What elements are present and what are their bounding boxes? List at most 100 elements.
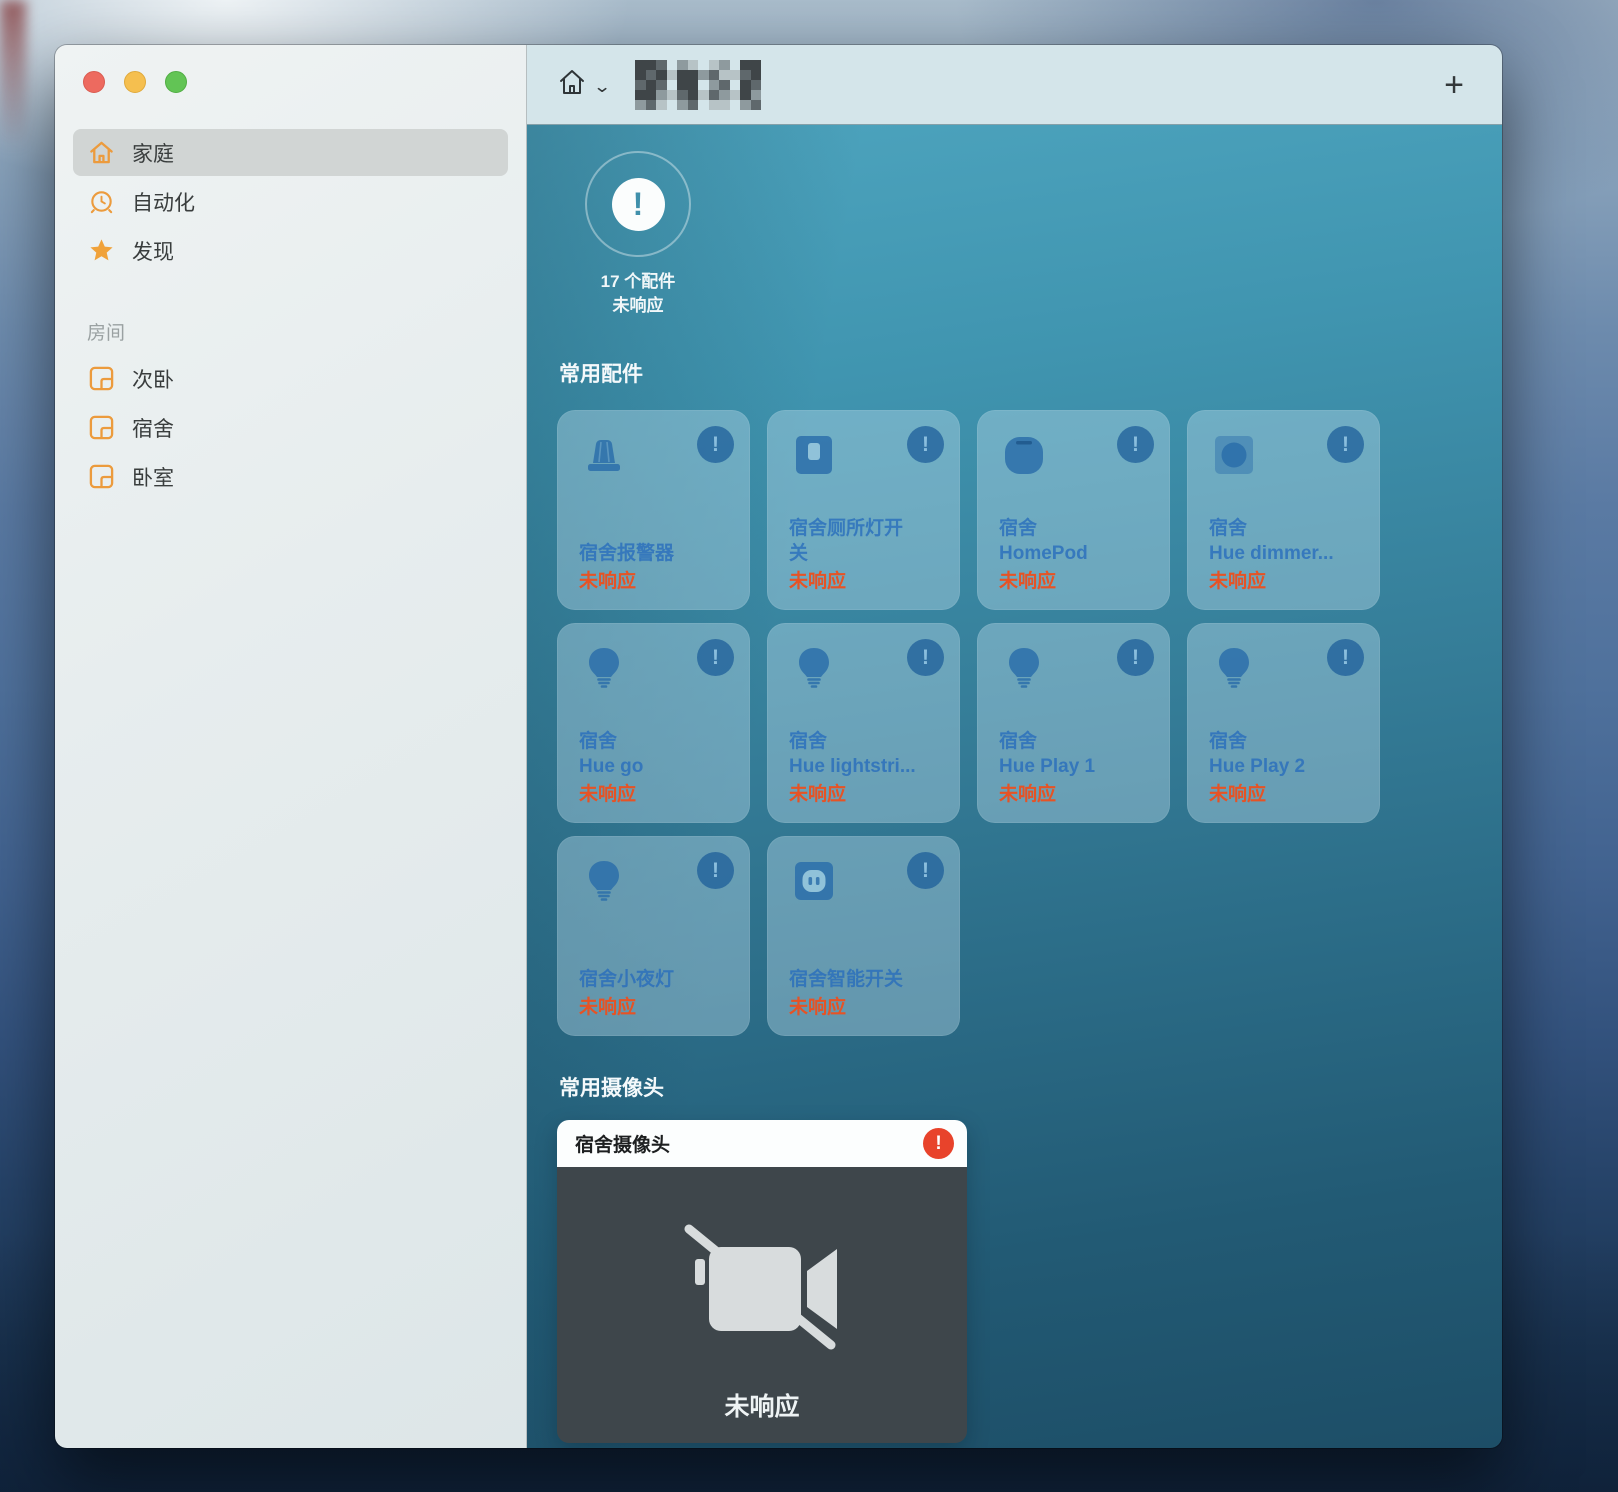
sidebar-item-label: 卧室 bbox=[132, 466, 174, 490]
accessory-status: 未响应 bbox=[579, 997, 637, 1018]
accessory-name-line: 宿舍报警器 bbox=[579, 543, 675, 564]
accessory-status: 未响应 bbox=[1209, 784, 1267, 805]
sidebar-rooms: 次卧 宿舍 卧室 bbox=[55, 355, 526, 500]
alert-badge-icon: ! bbox=[907, 426, 944, 463]
sidebar-item-home[interactable]: 家庭 bbox=[73, 129, 508, 176]
alert-badge-icon: ! bbox=[1117, 426, 1154, 463]
camera-card-dorm[interactable]: 宿舍摄像头 ! 未响应 bbox=[557, 1120, 967, 1443]
room-icon bbox=[86, 364, 116, 394]
alert-badge-icon: ! bbox=[697, 426, 734, 463]
accessory-tile-homepod[interactable]: ! 宿舍 HomePod 未响应 bbox=[977, 410, 1170, 610]
tile-text: 宿舍智能开关 未响应 bbox=[789, 967, 950, 1020]
house-icon bbox=[557, 67, 587, 102]
accessory-name-line: Hue go bbox=[579, 756, 644, 777]
wallpaper-detail bbox=[0, 0, 26, 150]
alert-badge-icon: ! bbox=[1327, 426, 1364, 463]
accessory-tile-toilet-light-switch[interactable]: ! 宿舍厕所灯开关未响应 bbox=[767, 410, 960, 610]
minimize-window-button[interactable] bbox=[124, 71, 146, 93]
accessory-status: 未响应 bbox=[999, 784, 1057, 805]
sidebar-item-label: 自动化 bbox=[132, 191, 195, 215]
alert-badge-icon: ! bbox=[697, 852, 734, 889]
zoom-window-button[interactable] bbox=[165, 71, 187, 93]
room-icon bbox=[86, 413, 116, 443]
camera-card-header: 宿舍摄像头 ! bbox=[557, 1120, 967, 1167]
siren-icon bbox=[579, 430, 629, 480]
camera-name: 宿舍摄像头 bbox=[575, 1135, 671, 1156]
alert-badge-icon: ! bbox=[697, 639, 734, 676]
favorite-accessories-header: 常用配件 bbox=[559, 363, 643, 386]
sidebar-item-automation[interactable]: 自动化 bbox=[73, 178, 508, 225]
tile-text: 宿舍 Hue go 未响应 bbox=[579, 729, 740, 807]
alert-status-line: 未响应 bbox=[612, 296, 664, 315]
add-accessory-button[interactable]: + bbox=[1436, 68, 1472, 102]
sidebar-item-label: 宿舍 bbox=[132, 417, 174, 441]
alert-badge-icon: ! bbox=[907, 639, 944, 676]
accessory-tile-night-light[interactable]: ! 宿舍小夜灯 未响应 bbox=[557, 836, 750, 1036]
video-camera-slash-icon bbox=[677, 1219, 847, 1364]
accessories-alert-summary[interactable]: ! 17 个配件 未响应 bbox=[571, 151, 705, 318]
alert-badge-icon: ! bbox=[923, 1128, 954, 1159]
rooms-section-header: 房间 bbox=[87, 323, 126, 344]
bulb-icon bbox=[789, 643, 839, 693]
main-panel: ⌄ + ! 17 个配件 未响应 常用配件 ! 宿舍报警器 未响应! 宿舍厕所灯开关未… bbox=[527, 45, 1502, 1448]
accessory-status: 未响应 bbox=[579, 571, 637, 592]
tile-text: 宿舍小夜灯 未响应 bbox=[579, 967, 740, 1020]
alert-icon: ! bbox=[611, 177, 665, 231]
room-icon bbox=[86, 462, 116, 492]
sidebar-item-label: 家庭 bbox=[132, 142, 174, 166]
accessory-status: 未响应 bbox=[579, 784, 637, 805]
dimmer-icon bbox=[1209, 430, 1259, 480]
bulb-icon bbox=[579, 856, 629, 906]
sidebar-item-label: 次卧 bbox=[132, 368, 174, 392]
accessory-name-line: 宿舍 bbox=[579, 731, 618, 752]
camera-preview-unavailable: 未响应 bbox=[557, 1167, 967, 1443]
sidebar-item-label: 发现 bbox=[132, 240, 174, 264]
tile-text: 宿舍 Hue dimmer... 未响应 bbox=[1209, 516, 1370, 594]
tile-text: 宿舍 Hue lightstri... 未响应 bbox=[789, 729, 950, 807]
tile-text: 宿舍 Hue Play 2 未响应 bbox=[1209, 729, 1370, 807]
tile-text: 宿舍厕所灯开关未响应 bbox=[789, 516, 950, 594]
sidebar-item-dorm[interactable]: 宿舍 bbox=[73, 404, 508, 451]
sidebar: 家庭自动化发现 房间 次卧宿舍卧室 bbox=[55, 45, 527, 1448]
accessory-tile-hue-go[interactable]: ! 宿舍 Hue go 未响应 bbox=[557, 623, 750, 823]
chevron-down-icon: ⌄ bbox=[592, 76, 612, 96]
accessory-tile-hue-lightstrip[interactable]: ! 宿舍 Hue lightstri... 未响应 bbox=[767, 623, 960, 823]
accessory-name-line: 宿舍 bbox=[999, 731, 1038, 752]
accessory-name-line: Hue lightstri... bbox=[789, 756, 916, 777]
accessory-tile-hue-play-2[interactable]: ! 宿舍 Hue Play 2 未响应 bbox=[1187, 623, 1380, 823]
house-icon bbox=[86, 138, 116, 168]
accessory-tile-hue-dimmer[interactable]: ! 宿舍 Hue dimmer... 未响应 bbox=[1187, 410, 1380, 610]
sidebar-item-bedroom[interactable]: 卧室 bbox=[73, 453, 508, 500]
window-controls bbox=[55, 71, 526, 93]
home-content: ! 17 个配件 未响应 常用配件 ! 宿舍报警器 未响应! 宿舍厕所灯开关未响应! 宿… bbox=[527, 125, 1502, 1448]
alert-ring: ! bbox=[585, 151, 691, 257]
accessory-name-line: 宿舍 bbox=[1209, 518, 1248, 539]
accessory-status: 未响应 bbox=[999, 571, 1057, 592]
star-icon bbox=[86, 236, 116, 266]
accessory-status: 未响应 bbox=[1209, 571, 1267, 592]
accessory-name-line: 关 bbox=[789, 543, 809, 564]
accessory-name-line: 宿舍 bbox=[1209, 731, 1248, 752]
close-window-button[interactable] bbox=[83, 71, 105, 93]
accessory-name-line: Hue Play 1 bbox=[999, 756, 1096, 777]
accessory-status: 未响应 bbox=[789, 997, 847, 1018]
alert-badge-icon: ! bbox=[1117, 639, 1154, 676]
accessory-name-line: 宿舍 bbox=[789, 731, 828, 752]
home-selector[interactable]: ⌄ bbox=[557, 67, 612, 102]
sidebar-item-second-bedroom[interactable]: 次卧 bbox=[73, 355, 508, 402]
favorite-cameras-header: 常用摄像头 bbox=[559, 1077, 664, 1100]
sidebar-item-discover[interactable]: 发现 bbox=[73, 227, 508, 274]
accessory-tile-hue-play-1[interactable]: ! 宿舍 Hue Play 1 未响应 bbox=[977, 623, 1170, 823]
homepod-icon bbox=[999, 430, 1049, 480]
bulb-icon bbox=[579, 643, 629, 693]
accessory-status: 未响应 bbox=[789, 784, 847, 805]
clock-icon bbox=[86, 187, 116, 217]
bulb-icon bbox=[1209, 643, 1259, 693]
sidebar-nav: 家庭 自动化 发现 bbox=[55, 129, 526, 274]
home-name-redacted bbox=[635, 59, 762, 110]
accessory-grid: ! 宿舍报警器 未响应! 宿舍厕所灯开关未响应! 宿舍 HomePod 未响应! 宿舍 Hue … bbox=[557, 410, 1502, 1036]
accessory-tile-alarm[interactable]: ! 宿舍报警器未响应 bbox=[557, 410, 750, 610]
accessory-name-line: 宿舍厕所灯开 bbox=[789, 518, 904, 539]
outlet-icon bbox=[789, 856, 839, 906]
accessory-tile-smart-switch[interactable]: ! 宿舍智能开关 未响应 bbox=[767, 836, 960, 1036]
